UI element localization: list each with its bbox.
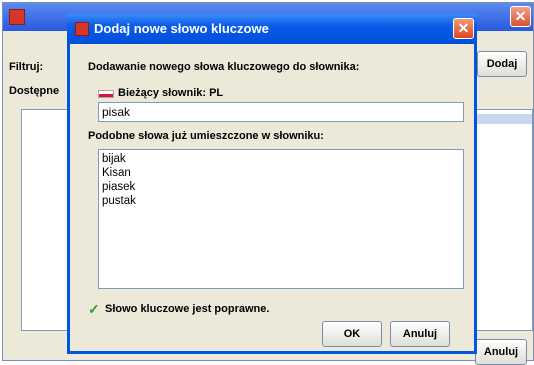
dialog-titlebar[interactable]: Dodaj nowe słowo kluczowe ✕ <box>67 14 477 44</box>
parent-close-button[interactable]: ✕ <box>510 6 531 27</box>
checkmark-icon: ✓ <box>88 301 100 317</box>
poland-flag-icon <box>98 90 114 98</box>
ok-button[interactable]: OK <box>322 321 382 347</box>
dialog-close-button[interactable]: ✕ <box>453 18 474 39</box>
dictionary-label: Bieżący słownik: PL <box>118 87 224 99</box>
dialog-cancel-button[interactable]: Anuluj <box>390 321 450 347</box>
app-icon <box>9 9 25 25</box>
parent-cancel-button[interactable]: Anuluj <box>475 339 527 365</box>
available-list[interactable] <box>21 109 69 331</box>
dialog-title: Dodaj nowe słowo kluczowe <box>94 21 269 36</box>
dialog-app-icon <box>75 22 89 36</box>
similar-words-list[interactable]: bijak Kisan piasek pustak <box>98 149 464 289</box>
validation-message: Słowo kluczowe jest poprawne. <box>105 303 270 315</box>
keyword-list[interactable] <box>473 109 533 331</box>
dialog-heading: Dodawanie nowego słowa kluczowego do sło… <box>88 61 360 73</box>
selected-row[interactable] <box>473 114 532 124</box>
add-button[interactable]: Dodaj <box>477 51 527 77</box>
filter-label: Filtruj: <box>9 61 44 73</box>
available-label: Dostępne <box>9 85 60 97</box>
list-item[interactable]: piasek <box>102 180 460 194</box>
keyword-input[interactable]: pisak <box>98 102 464 122</box>
similar-words-label: Podobne słowa już umieszczone w słowniku… <box>88 130 324 142</box>
list-item[interactable]: pustak <box>102 194 460 208</box>
list-item[interactable]: bijak <box>102 152 460 166</box>
list-item[interactable]: Kisan <box>102 166 460 180</box>
add-keyword-dialog: Dodaj nowe słowo kluczowe ✕ Dodawanie no… <box>67 14 477 354</box>
